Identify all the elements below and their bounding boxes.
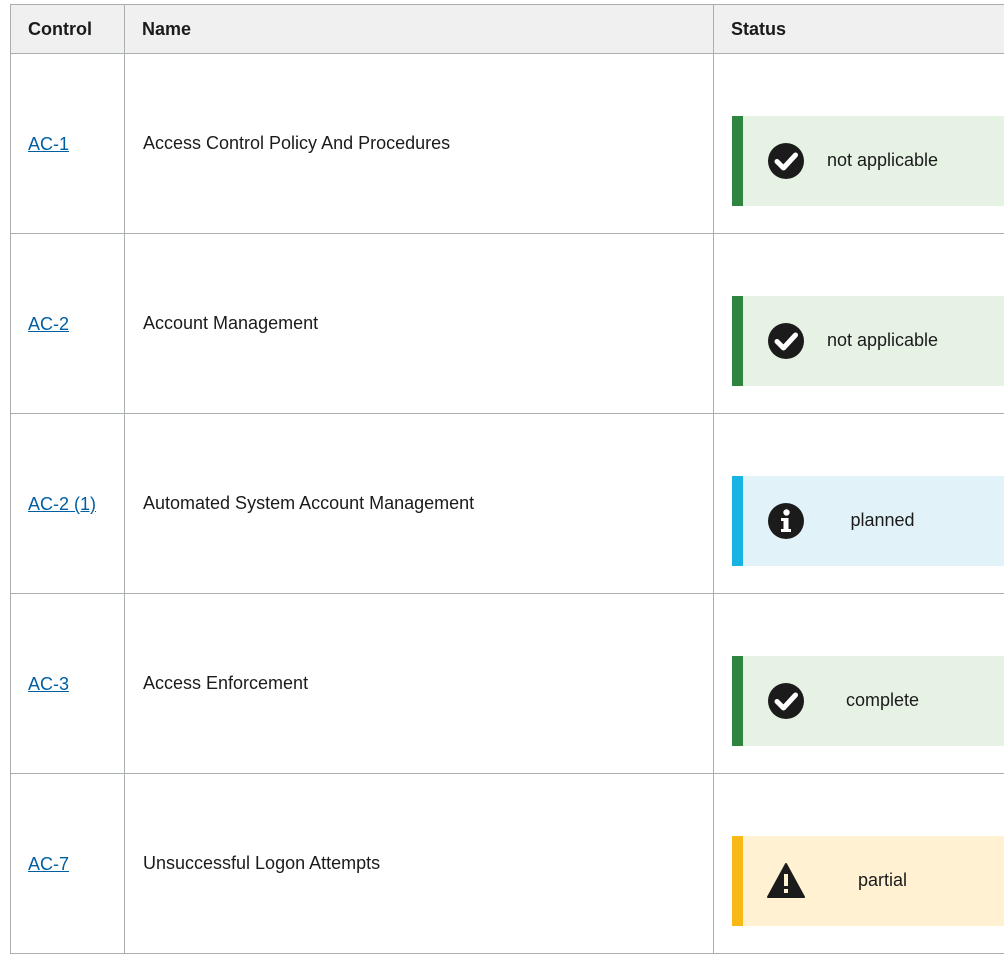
control-name: Access Control Policy And Procedures <box>125 54 714 234</box>
control-cell: AC-2 <box>11 234 125 414</box>
status-cell: planned <box>714 414 1004 594</box>
control-link[interactable]: AC-3 <box>28 674 69 694</box>
status-alert: complete <box>732 656 1004 746</box>
control-link[interactable]: AC-2 <box>28 314 69 334</box>
control-cell: AC-3 <box>11 594 125 774</box>
status-alert: planned <box>732 476 1004 566</box>
control-link[interactable]: AC-2 (1) <box>28 494 96 514</box>
table-row: AC-7 Unsuccessful Logon Attempts partial <box>11 774 1004 954</box>
status-label: partial <box>805 870 1004 891</box>
control-cell: AC-1 <box>11 54 125 234</box>
table-header: Control Name Status <box>11 5 1004 54</box>
status-alert: not applicable <box>732 296 1004 386</box>
status-label: not applicable <box>805 150 1004 171</box>
table-row: AC-2 (1) Automated System Account Manage… <box>11 414 1004 594</box>
control-cell: AC-2 (1) <box>11 414 125 594</box>
control-name: Unsuccessful Logon Attempts <box>125 774 714 954</box>
controls-table-container: Control Name Status AC-1 Access Control … <box>10 4 1004 954</box>
control-name: Access Enforcement <box>125 594 714 774</box>
controls-table: Control Name Status AC-1 Access Control … <box>10 4 1004 954</box>
status-cell: not applicable <box>714 234 1004 414</box>
status-cell: partial <box>714 774 1004 954</box>
table-body: AC-1 Access Control Policy And Procedure… <box>11 54 1004 954</box>
table-row: AC-1 Access Control Policy And Procedure… <box>11 54 1004 234</box>
control-cell: AC-7 <box>11 774 125 954</box>
control-link[interactable]: AC-7 <box>28 854 69 874</box>
header-row: Control Name Status <box>11 5 1004 54</box>
warning-triangle-icon <box>767 862 805 900</box>
table-row: AC-3 Access Enforcement complete <box>11 594 1004 774</box>
table-row: AC-2 Account Management not applicable <box>11 234 1004 414</box>
status-cell: not applicable <box>714 54 1004 234</box>
status-alert: partial <box>732 836 1004 926</box>
column-header-name[interactable]: Name <box>125 5 714 54</box>
check-circle-icon <box>767 142 805 180</box>
check-circle-icon <box>767 682 805 720</box>
status-label: planned <box>805 510 1004 531</box>
status-label: not applicable <box>805 330 1004 351</box>
control-name: Account Management <box>125 234 714 414</box>
status-alert: not applicable <box>732 116 1004 206</box>
control-name: Automated System Account Management <box>125 414 714 594</box>
check-circle-icon <box>767 322 805 360</box>
info-circle-icon <box>767 502 805 540</box>
column-header-control[interactable]: Control <box>11 5 125 54</box>
column-header-status[interactable]: Status <box>714 5 1004 54</box>
status-cell: complete <box>714 594 1004 774</box>
status-label: complete <box>805 690 1004 711</box>
control-link[interactable]: AC-1 <box>28 134 69 154</box>
